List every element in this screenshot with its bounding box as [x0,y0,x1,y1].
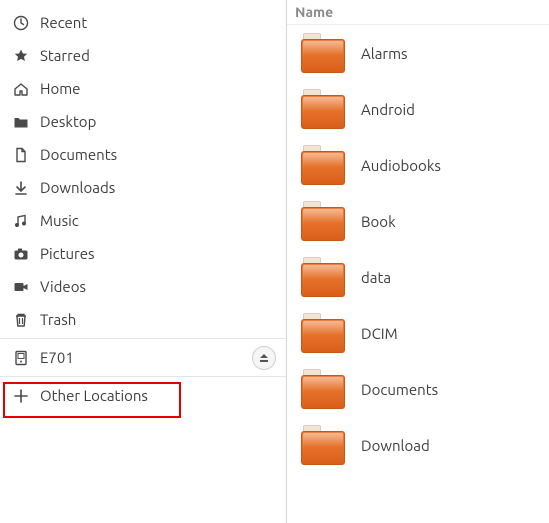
video-icon [12,279,30,295]
file-row[interactable]: data [287,249,549,305]
music-icon [12,213,30,229]
eject-button[interactable] [252,346,276,370]
file-list: Alarms Android Audiobooks Book data DCIM [287,25,549,523]
file-name: Download [361,437,430,454]
sidebar-item-label: Music [40,212,79,229]
clock-icon [12,15,30,31]
eject-icon [259,349,269,366]
home-icon [12,81,30,97]
sidebar-item-label: Desktop [40,113,96,130]
separator [0,376,286,377]
folder-icon [301,425,345,465]
sidebar-item-label: Downloads [40,179,115,196]
file-row[interactable]: DCIM [287,305,549,361]
separator [0,338,286,339]
sidebar-item-label: Starred [40,47,90,64]
file-name: Documents [361,381,438,398]
file-name: DCIM [361,325,398,342]
file-name: Android [361,101,415,118]
sidebar-item-other-locations[interactable]: Other Locations [0,379,286,412]
plus-icon [12,388,30,404]
file-name: Audiobooks [361,157,441,174]
folder-icon [301,145,345,185]
folder-icon [301,33,345,73]
sidebar: Recent Starred Home Desktop Documents Do… [0,0,287,523]
sidebar-item-trash[interactable]: Trash [0,303,286,336]
file-name: data [361,269,391,286]
file-name: Alarms [361,45,408,62]
document-icon [12,147,30,163]
sidebar-item-label: Pictures [40,245,95,262]
sidebar-item-label: Videos [40,278,86,295]
sidebar-item-pictures[interactable]: Pictures [0,237,286,270]
folder-icon [301,313,345,353]
sidebar-item-downloads[interactable]: Downloads [0,171,286,204]
file-row[interactable]: Android [287,81,549,137]
sidebar-item-label: Recent [40,14,87,31]
column-header-name[interactable]: Name [287,0,549,25]
device-icon [12,350,30,366]
file-row[interactable]: Book [287,193,549,249]
sidebar-item-label: Other Locations [40,387,148,404]
file-row[interactable]: Download [287,417,549,473]
file-row[interactable]: Alarms [287,25,549,81]
sidebar-item-music[interactable]: Music [0,204,286,237]
sidebar-item-device[interactable]: E701 [0,341,252,374]
sidebar-item-documents[interactable]: Documents [0,138,286,171]
folder-icon [301,257,345,297]
folder-icon [301,369,345,409]
trash-icon [12,312,30,328]
file-name: Book [361,213,396,230]
star-icon [12,48,30,64]
camera-icon [12,246,30,262]
folder-icon [301,89,345,129]
file-row[interactable]: Documents [287,361,549,417]
main-pane: Name Alarms Android Audiobooks Book data [287,0,549,523]
file-row[interactable]: Audiobooks [287,137,549,193]
sidebar-item-recent[interactable]: Recent [0,6,286,39]
sidebar-item-label: Trash [40,311,76,328]
folder-icon [12,114,30,130]
sidebar-item-videos[interactable]: Videos [0,270,286,303]
sidebar-item-label: Home [40,80,80,97]
sidebar-item-starred[interactable]: Starred [0,39,286,72]
folder-icon [301,201,345,241]
download-arrow-icon [12,180,30,196]
sidebar-item-home[interactable]: Home [0,72,286,105]
sidebar-item-desktop[interactable]: Desktop [0,105,286,138]
sidebar-item-label: E701 [40,349,74,366]
sidebar-item-label: Documents [40,146,117,163]
